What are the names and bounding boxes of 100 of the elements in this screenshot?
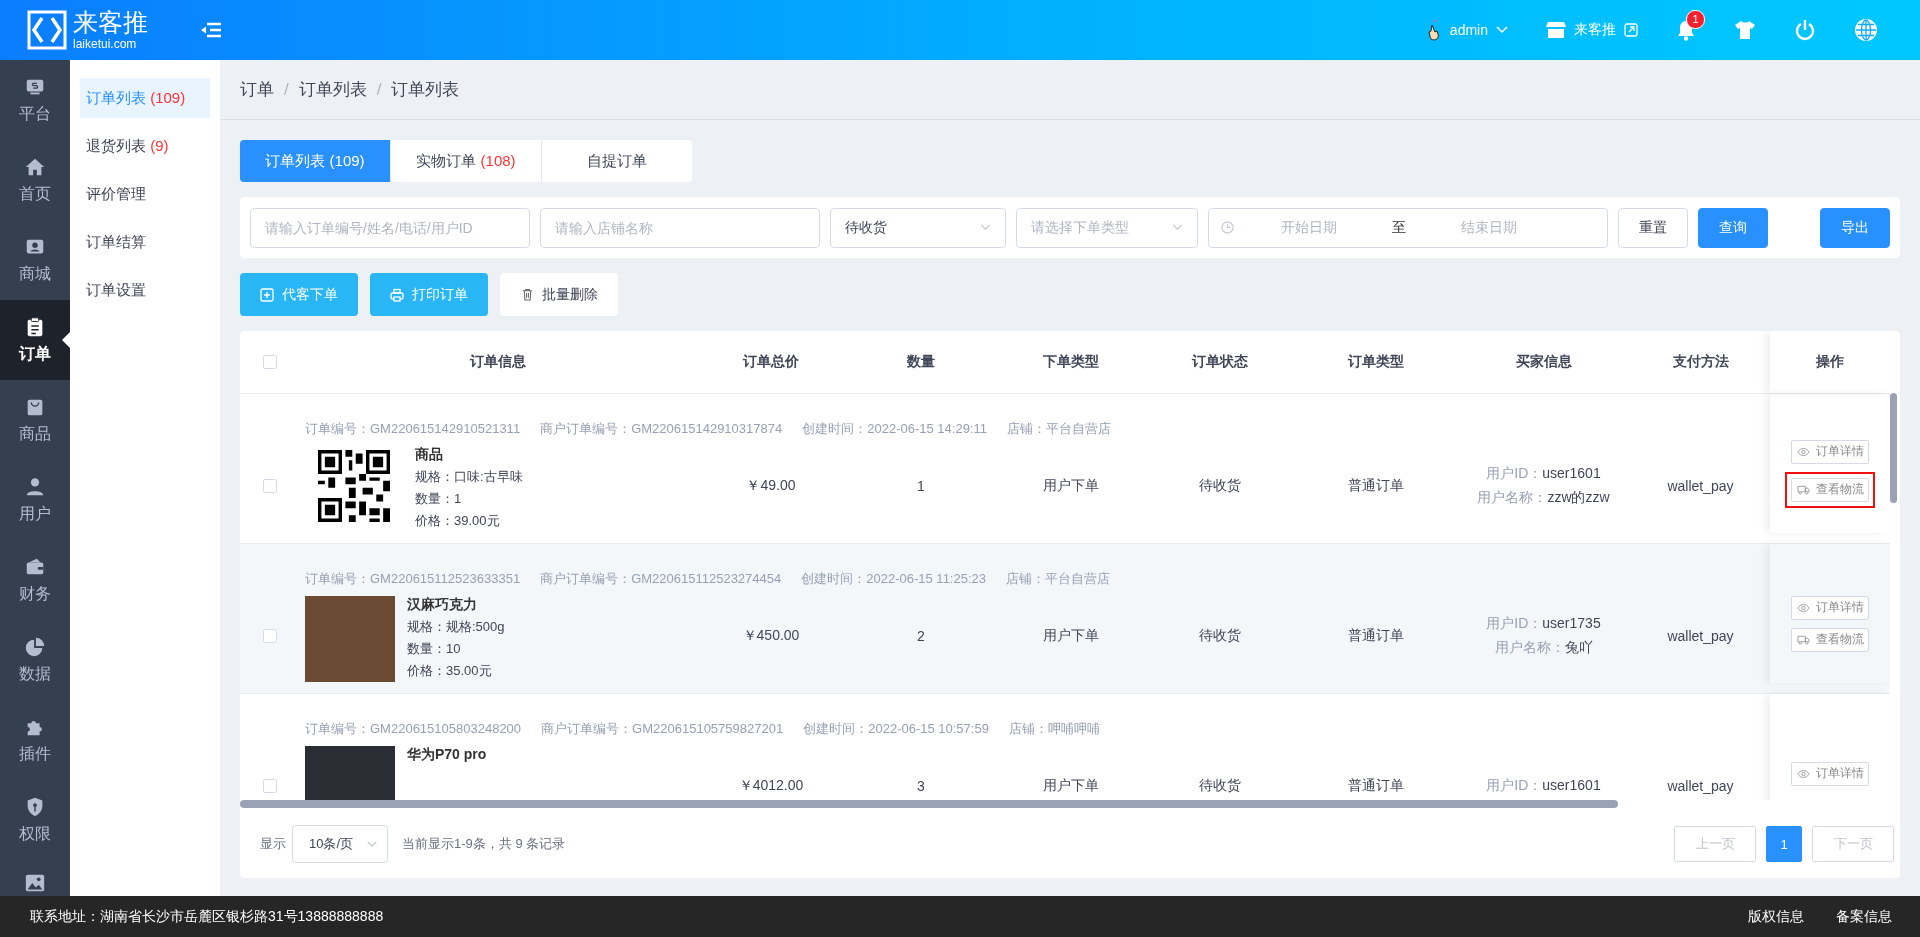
order-search-field[interactable]: 请输入订单编号/姓名/电话/用户ID xyxy=(250,207,530,248)
order-type: 普通订单 xyxy=(1347,776,1404,795)
date-range-field[interactable]: 开始日期 至 结束日期 xyxy=(1208,207,1608,248)
nav-rail-item[interactable]: 财务 xyxy=(0,540,70,620)
footer-link[interactable]: 版权信息 xyxy=(1748,907,1804,926)
column-header: 操作 xyxy=(1816,353,1844,371)
select-all-checkbox[interactable] xyxy=(263,355,277,369)
nav-rail-item[interactable]: 插件 xyxy=(0,700,70,780)
status-select[interactable]: 待收货 xyxy=(830,207,1006,248)
quantity: 2 xyxy=(917,627,925,644)
order-status: 待收货 xyxy=(1199,776,1241,795)
breadcrumb-item[interactable]: 订单列表 xyxy=(298,78,367,101)
row-checkbox[interactable] xyxy=(263,478,277,493)
footer-link[interactable]: 备案信息 xyxy=(1836,907,1892,926)
column-header: 订单状态 xyxy=(1192,353,1248,371)
search-button[interactable]: 查询 xyxy=(1698,207,1768,248)
horizontal-scrollbar[interactable] xyxy=(240,800,1618,808)
breadcrumb-item[interactable]: 订单 xyxy=(240,78,274,101)
export-button[interactable]: 导出 xyxy=(1820,207,1890,248)
sub-nav-item[interactable]: 退货列表 (9) xyxy=(80,126,210,166)
user-name: admin xyxy=(1449,22,1488,38)
product-detail: 价格：35.00元 xyxy=(407,662,493,680)
sub-nav-item[interactable]: 订单设置 xyxy=(80,270,210,310)
page-number-button[interactable]: 1 xyxy=(1766,826,1802,862)
power-icon[interactable] xyxy=(1794,19,1816,41)
order-total: ￥49.00 xyxy=(746,476,796,495)
nav-rail-item[interactable]: 首页 xyxy=(0,140,70,220)
order-source: 用户下单 xyxy=(1042,626,1099,645)
page-summary: 当前显示1-9条，共 9 条记录 xyxy=(402,835,566,853)
product-name: 商品 xyxy=(415,446,444,464)
store-name: 来客推 xyxy=(1574,21,1616,39)
order-total: ￥4012.00 xyxy=(738,776,804,795)
nav-rail-item[interactable]: 用户 xyxy=(0,460,70,540)
eye-icon xyxy=(1796,602,1810,613)
view-logistics-button[interactable]: 查看物流 xyxy=(1791,627,1869,652)
row-checkbox[interactable] xyxy=(263,628,277,643)
order-meta: 商户订单编号：GM220615142910317874 xyxy=(540,420,783,438)
page-size-select[interactable]: 10条/页 xyxy=(292,825,388,863)
qr-code-drawing xyxy=(318,450,390,522)
buyer-value: 兔吖 xyxy=(1564,638,1593,655)
product-detail: 数量：1 xyxy=(415,490,463,508)
order-meta: 商户订单编号：GM220615112523274454 xyxy=(540,570,782,588)
store-search-field[interactable]: 请输入店铺名称 xyxy=(540,207,820,248)
notification-badge: 1 xyxy=(1686,10,1705,29)
column-header: 订单信息 xyxy=(470,353,526,371)
buyer-value: user1601 xyxy=(1542,776,1601,793)
breadcrumb-separator: / xyxy=(376,79,382,100)
order-meta: 创建时间：2022-06-15 11:25:23 xyxy=(801,570,986,588)
order-type: 普通订单 xyxy=(1347,626,1404,645)
sub-nav-item[interactable]: 订单结算 xyxy=(80,222,210,262)
sub-nav-item[interactable]: 订单列表 (109) xyxy=(80,78,210,118)
eye-icon xyxy=(1796,446,1810,457)
product-name: 汉麻巧克力 xyxy=(407,596,478,614)
nav-rail-item[interactable]: 订单 xyxy=(0,300,70,380)
order-status: 待收货 xyxy=(1199,476,1241,495)
product-detail: 价格：39.00元 xyxy=(415,512,501,530)
buyer-value: user1601 xyxy=(1542,464,1601,481)
payment-method: wallet_pay xyxy=(1667,777,1734,794)
picture-icon[interactable] xyxy=(24,872,46,894)
column-header: 买家信息 xyxy=(1515,353,1572,371)
order-status: 待收货 xyxy=(1199,626,1241,645)
nav-rail-item[interactable]: 商品 xyxy=(0,380,70,460)
nav-rail-item[interactable]: 平台 xyxy=(0,60,70,140)
order-meta: 店铺：平台自营店 xyxy=(1006,570,1110,588)
hand-icon xyxy=(1425,19,1442,41)
nav-rail-item[interactable]: 数据 xyxy=(0,620,70,700)
order-detail-button[interactable]: 订单详情 xyxy=(1791,761,1869,786)
column-header: 支付方法 xyxy=(1672,353,1729,371)
breadcrumb-separator: / xyxy=(284,79,289,100)
logo-icon xyxy=(27,10,67,50)
nav-rail-item[interactable]: 权限 xyxy=(0,780,70,860)
nav-rail-item[interactable]: 商城 xyxy=(0,220,70,300)
chevron-down-icon xyxy=(980,224,991,231)
logo-title: 来客推 xyxy=(73,10,148,35)
row-checkbox[interactable] xyxy=(263,778,277,793)
tab[interactable]: 自提订单 xyxy=(542,140,692,182)
order-total: ￥450.00 xyxy=(742,626,800,645)
shirt-icon[interactable] xyxy=(1734,20,1756,40)
order-meta: 店铺：呷哺呷哺 xyxy=(1008,720,1100,738)
order-detail-button[interactable]: 订单详情 xyxy=(1791,439,1869,464)
column-header: 订单总价 xyxy=(743,353,799,371)
chevron-down-icon xyxy=(1172,224,1183,231)
globe-icon[interactable] xyxy=(1854,18,1878,42)
buyer-label: 用户ID： xyxy=(1486,614,1543,631)
view-logistics-button[interactable]: 查看物流 xyxy=(1791,477,1869,502)
order-detail-button[interactable]: 订单详情 xyxy=(1791,595,1869,620)
vertical-scrollbar[interactable] xyxy=(1890,393,1897,503)
order-source: 用户下单 xyxy=(1042,476,1099,495)
quantity: 1 xyxy=(917,477,925,494)
product-detail: 规格：规格:500g xyxy=(407,618,505,636)
buyer-label: 用户名称： xyxy=(1477,488,1548,505)
tab[interactable]: 实物订单 (108) xyxy=(391,140,542,182)
batch-delete-button[interactable]: 批量删除 xyxy=(500,273,618,316)
order-meta: 创建时间：2022-06-15 10:57:59 xyxy=(803,720,989,738)
store-icon xyxy=(1546,21,1566,39)
payment-method: wallet_pay xyxy=(1667,477,1734,494)
menu-icon[interactable] xyxy=(201,22,221,38)
reset-button[interactable]: 重置 xyxy=(1618,207,1688,248)
tab[interactable]: 订单列表 (109) xyxy=(240,140,391,182)
sub-nav-item[interactable]: 评价管理 xyxy=(80,174,210,214)
